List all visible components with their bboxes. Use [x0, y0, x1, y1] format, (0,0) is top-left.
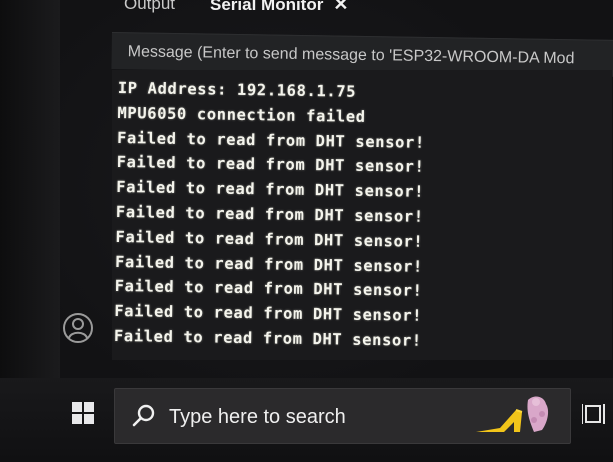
account-icon[interactable] — [62, 312, 94, 344]
sidebar-strip — [0, 0, 60, 380]
task-view-icon[interactable] — [581, 400, 612, 428]
windows-logo-icon[interactable] — [72, 402, 94, 424]
close-icon[interactable]: ✕ — [333, 0, 348, 15]
tab-output-label: Output — [124, 0, 176, 13]
output-line: Failed to read from DHT sensor! — [113, 326, 422, 350]
high-heel-icon[interactable] — [470, 392, 566, 438]
panel-tab-bar: Output Serial Monitor ✕ — [100, 0, 613, 24]
message-input[interactable] — [125, 39, 613, 73]
serial-monitor-output: IP Address: 192.168.1.75 MPU6050 connect… — [112, 70, 612, 360]
tab-serial-monitor-label: Serial Monitor — [210, 0, 324, 14]
tab-output[interactable]: Output — [124, 0, 175, 14]
search-icon — [131, 402, 157, 428]
tab-serial-monitor[interactable]: Serial Monitor ✕ — [210, 0, 348, 15]
search-input[interactable] — [167, 401, 471, 433]
